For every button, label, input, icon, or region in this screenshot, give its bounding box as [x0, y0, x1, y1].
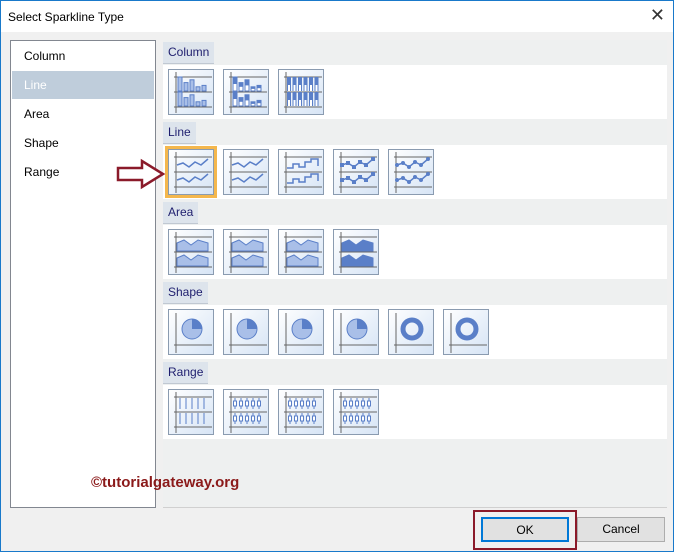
pie-3d-exploded-sparkline-icon[interactable] [333, 309, 379, 355]
range-box-sparkline-icon[interactable] [333, 389, 379, 435]
pie-exploded-sparkline-icon[interactable] [223, 309, 269, 355]
category-shape[interactable]: Shape [12, 129, 154, 157]
pie-sparkline-icon[interactable] [168, 309, 214, 355]
range-hl-sparkline-icon[interactable] [168, 389, 214, 435]
section-row-line [163, 145, 667, 199]
annotation-arrow-icon [116, 158, 166, 190]
column-marked-sparkline-icon[interactable] [223, 69, 269, 115]
donut-exploded-sparkline-icon[interactable] [443, 309, 489, 355]
donut-sparkline-icon[interactable] [388, 309, 434, 355]
title-bar: Select Sparkline Type ✕ [1, 1, 673, 32]
section-header-range: Range [163, 362, 209, 384]
category-list: Column Line Area Shape Range [10, 40, 156, 508]
section-row-range [163, 385, 667, 439]
divider [163, 507, 667, 508]
column-sparkline-icon[interactable] [168, 69, 214, 115]
line-sparkline-icon[interactable] [165, 146, 217, 198]
area-filled-sparkline-icon[interactable] [333, 229, 379, 275]
category-column[interactable]: Column [12, 42, 154, 70]
section-header-line: Line [163, 122, 196, 144]
area-smooth-sparkline-icon[interactable] [223, 229, 269, 275]
section-row-column [163, 65, 667, 119]
dialog-title: Select Sparkline Type [8, 10, 124, 24]
category-line[interactable]: Line [12, 71, 154, 99]
close-icon[interactable]: ✕ [650, 5, 665, 26]
line-markers-sparkline-icon[interactable] [333, 149, 379, 195]
section-row-shape [163, 305, 667, 359]
column-winloss-sparkline-icon[interactable] [278, 69, 324, 115]
section-row-area [163, 225, 667, 279]
line-smooth-sparkline-icon[interactable] [223, 149, 269, 195]
range-hlc-sparkline-icon[interactable] [223, 389, 269, 435]
line-step-sparkline-icon[interactable] [278, 149, 324, 195]
cancel-button[interactable]: Cancel [577, 517, 665, 542]
area-band-sparkline-icon[interactable] [278, 229, 324, 275]
watermark: ©tutorialgateway.org [91, 474, 240, 491]
line-smooth-markers-sparkline-icon[interactable] [388, 149, 434, 195]
range-ohlc-sparkline-icon[interactable] [278, 389, 324, 435]
section-header-shape: Shape [163, 282, 208, 304]
category-area[interactable]: Area [12, 100, 154, 128]
pie-3d-sparkline-icon[interactable] [278, 309, 324, 355]
ok-button[interactable]: OK [481, 517, 569, 542]
section-header-column: Column [163, 42, 215, 64]
sparkline-gallery: Column Line Area Shape Range [163, 40, 667, 507]
section-header-area: Area [163, 202, 199, 224]
area-sparkline-icon[interactable] [168, 229, 214, 275]
